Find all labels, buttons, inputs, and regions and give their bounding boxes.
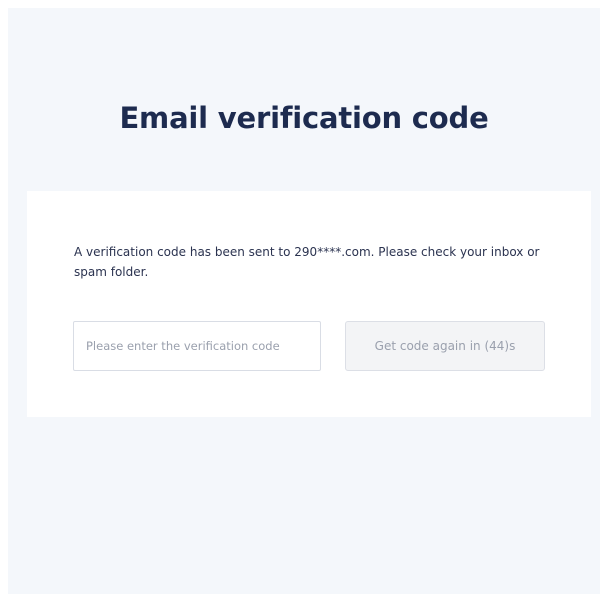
verification-page: Email verification code A verification c…: [8, 8, 600, 594]
page-title: Email verification code: [119, 101, 489, 135]
verification-code-input[interactable]: [73, 321, 321, 371]
verification-card: A verification code has been sent to 290…: [27, 191, 591, 417]
resend-code-button[interactable]: Get code again in (44)s: [345, 321, 545, 371]
verification-message: A verification code has been sent to 290…: [74, 245, 540, 279]
